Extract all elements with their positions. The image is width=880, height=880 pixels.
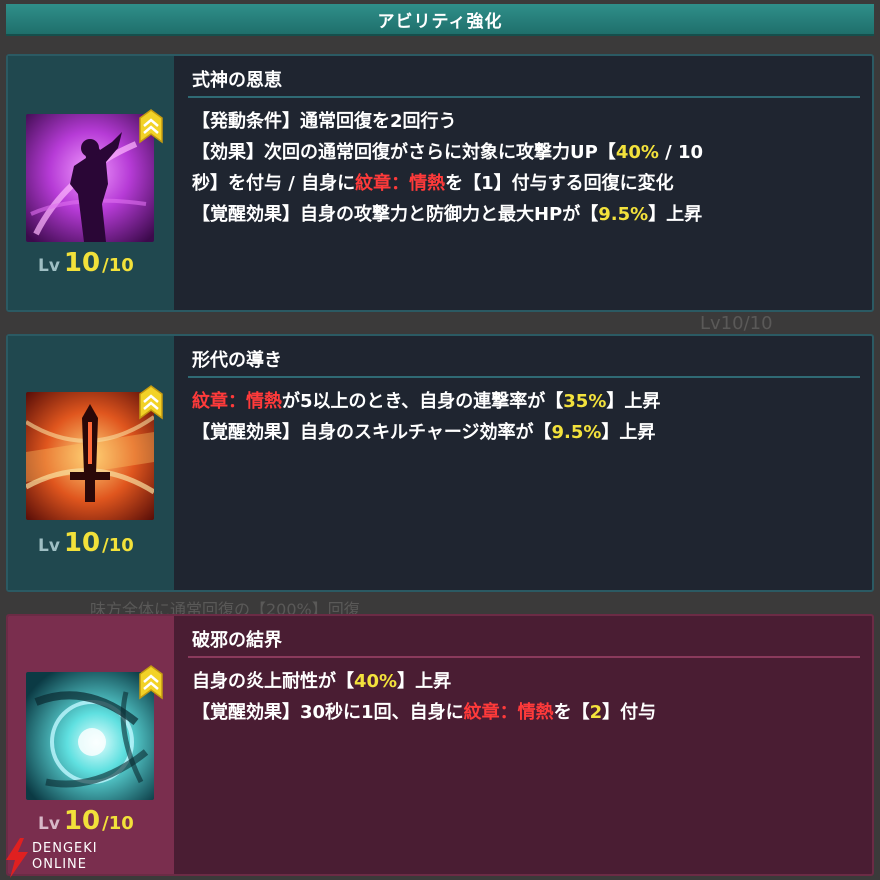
description-text: 】上昇 [601, 422, 656, 443]
description-text: が5以上のとき、自身の連撃率が【 [282, 391, 564, 412]
barrier-orb-icon [26, 672, 154, 800]
ability-description: 紋章：情熱が5以上のとき、自身の連撃率が【35%】上昇 【覚醒効果】自身のスキルチ… [192, 386, 842, 448]
highlight-value: 40% [615, 142, 659, 163]
description-line: 紋章：情熱が5以上のとき、自身の連撃率が【35%】上昇 [192, 386, 842, 417]
shadow-figure-icon [26, 114, 154, 242]
highlight-value: 2 [589, 702, 603, 723]
background-ghost-level: Lv10/10 [700, 313, 773, 334]
description-text: 【覚醒効果】自身の攻撃力と防御力と最大HPが【 [192, 204, 599, 225]
emblem-keyword: 紋章：情熱 [192, 391, 282, 412]
title-divider [188, 96, 860, 98]
watermark-line-1: DENGEKI [32, 841, 98, 856]
ability-level: Lv 10/10 [38, 806, 134, 836]
description-line: 【覚醒効果】30秒に1回、自身に紋章：情熱を【2】付与 [192, 697, 842, 728]
title-divider [188, 656, 860, 658]
ability-card-1[interactable]: Lv 10/10 式神の恩恵 【発動条件】通常回復を2回行う【効果】次回の通常回復… [6, 54, 874, 312]
description-text: 】上昇 [397, 671, 452, 692]
description-text: 秒】を付与 / 自身に [192, 173, 356, 194]
description-line: 【発動条件】通常回復を2回行う [192, 106, 842, 137]
ability-name: 形代の導き [192, 350, 282, 371]
emblem-keyword: 紋章：情熱 [463, 702, 554, 723]
rank-up-chevron-icon [138, 664, 164, 700]
description-text: を【1】付与する回復に変化 [445, 173, 674, 194]
description-text: 】上昇 [648, 204, 703, 225]
description-text: を【 [553, 702, 590, 723]
description-line: 【覚醒効果】自身の攻撃力と防御力と最大HPが【9.5%】上昇 [192, 199, 842, 230]
section-title: アビリティ強化 [377, 11, 503, 32]
description-text: 】付与 [602, 702, 657, 723]
dengeki-online-watermark: DENGEKI ONLINE [4, 838, 134, 878]
description-text: 【覚醒効果】自身のスキルチャージ効率が【 [192, 422, 552, 443]
ability-card-3[interactable]: Lv 10/10 破邪の結界 自身の炎上耐性が【40%】上昇 【覚醒効果】30秒に1… [6, 614, 874, 876]
description-text: 【発動条件】通常回復を2回行う [192, 111, 457, 132]
title-divider [188, 376, 860, 378]
ability-card-2[interactable]: Lv 10/10 形代の導き 紋章：情熱が5以上のとき、自身の連撃率が【35%】上… [6, 334, 874, 592]
description-text: / 10 [658, 142, 704, 163]
rank-up-chevron-icon [138, 108, 164, 144]
ability-name: 破邪の結界 [192, 630, 282, 651]
ability-description: 【発動条件】通常回復を2回行う【効果】次回の通常回復がさらに対象に攻撃力UP【4… [192, 106, 842, 230]
ability-description: 自身の炎上耐性が【40%】上昇 【覚醒効果】30秒に1回、自身に紋章：情熱を【2】… [192, 666, 842, 728]
description-line: 【効果】次回の通常回復がさらに対象に攻撃力UP【40% / 10 [192, 137, 842, 168]
highlight-value: 9.5% [551, 422, 602, 443]
emblem-keyword: 紋章：情熱 [355, 173, 446, 194]
ability-level: Lv 10/10 [38, 528, 134, 558]
description-text: 自身の炎上耐性が【 [192, 671, 354, 692]
lightning-logo-icon [6, 838, 28, 878]
highlight-value: 9.5% [598, 204, 649, 225]
section-header: アビリティ強化 [6, 4, 874, 36]
sword-icon [26, 392, 154, 520]
description-text: 【効果】次回の通常回復がさらに対象に攻撃力UP【 [192, 142, 616, 163]
watermark-line-2: ONLINE [32, 857, 87, 872]
description-text: 【覚醒効果】30秒に1回、自身に [192, 702, 464, 723]
description-line: 秒】を付与 / 自身に紋章：情熱を【1】付与する回復に変化 [192, 168, 842, 199]
rank-up-chevron-icon [138, 384, 164, 420]
description-line: 【覚醒効果】自身のスキルチャージ効率が【9.5%】上昇 [192, 417, 842, 448]
ability-level: Lv 10/10 [38, 248, 134, 278]
highlight-value: 35% [563, 391, 607, 412]
description-text: 】上昇 [606, 391, 661, 412]
highlight-value: 40% [354, 671, 398, 692]
description-line: 自身の炎上耐性が【40%】上昇 [192, 666, 842, 697]
ability-name: 式神の恩恵 [192, 70, 282, 91]
